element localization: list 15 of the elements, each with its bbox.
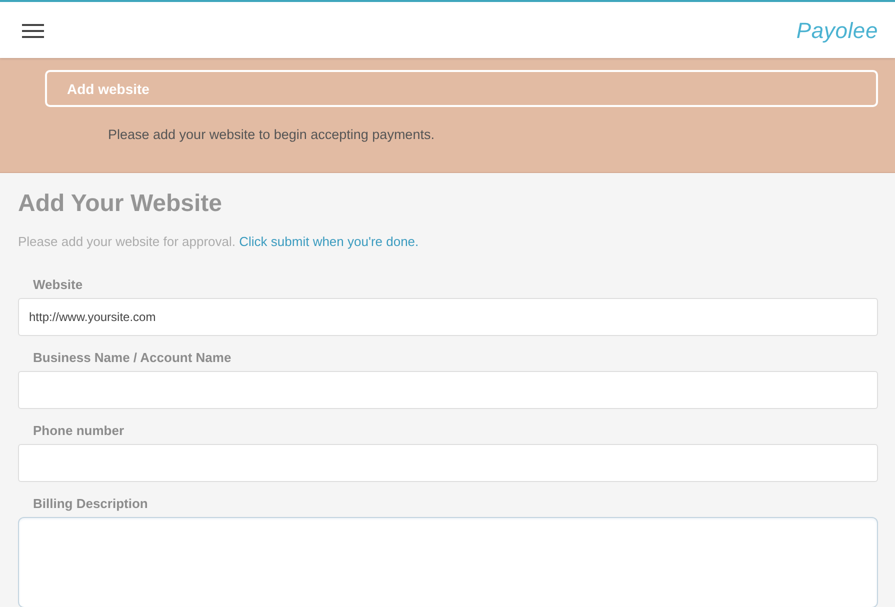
- menu-icon[interactable]: [22, 24, 44, 38]
- intro-text: Please add your website for approval. Click submit when you're done.: [18, 233, 420, 251]
- notice-message: Please add your website to begin accepting payments.: [108, 127, 436, 143]
- page-title: Add Your Website: [18, 189, 224, 219]
- input-field[interactable]: [18, 444, 878, 482]
- field-label: Business Name / Account Name: [32, 350, 232, 366]
- field-label: Phone number: [32, 423, 126, 439]
- input-field[interactable]: http://www.yoursite.com: [18, 298, 878, 336]
- input-field[interactable]: [18, 371, 878, 409]
- textarea-field[interactable]: [18, 517, 878, 607]
- submit-hint-link[interactable]: Click submit when you're done.: [239, 234, 419, 249]
- brand-logo[interactable]: Payolee: [796, 18, 878, 44]
- field-label: Billing Description: [32, 496, 149, 512]
- field-label: Website: [32, 277, 84, 293]
- add-website-button[interactable]: Add website: [45, 70, 878, 107]
